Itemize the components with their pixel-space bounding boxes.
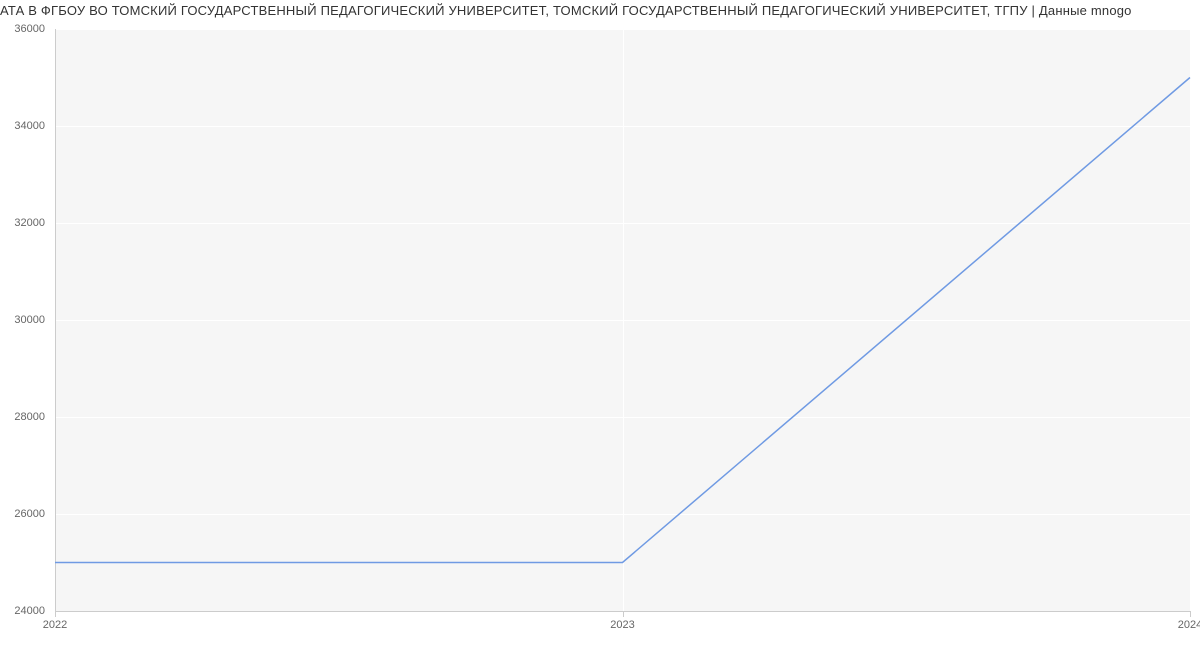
y-tick-label: 24000 bbox=[0, 605, 45, 617]
y-tick-label: 36000 bbox=[0, 23, 45, 35]
y-tick-label: 26000 bbox=[0, 508, 45, 520]
x-tick-mark bbox=[1190, 611, 1191, 617]
x-tick-mark bbox=[623, 611, 624, 617]
series-line bbox=[55, 78, 1190, 563]
x-tick-label: 2022 bbox=[43, 619, 67, 631]
y-tick-label: 34000 bbox=[0, 120, 45, 132]
y-tick-label: 30000 bbox=[0, 314, 45, 326]
y-tick-label: 32000 bbox=[0, 217, 45, 229]
y-tick-label: 28000 bbox=[0, 411, 45, 423]
chart-title: АТА В ФГБОУ ВО ТОМСКИЙ ГОСУДАРСТВЕННЫЙ П… bbox=[0, 0, 1132, 22]
line-layer bbox=[0, 22, 1200, 650]
chart-container: 24000 26000 28000 30000 32000 34000 36000 2022… bbox=[0, 22, 1200, 650]
x-tick-mark bbox=[55, 611, 56, 617]
x-tick-label: 2024 bbox=[1178, 619, 1200, 631]
x-tick-label: 2023 bbox=[610, 619, 634, 631]
